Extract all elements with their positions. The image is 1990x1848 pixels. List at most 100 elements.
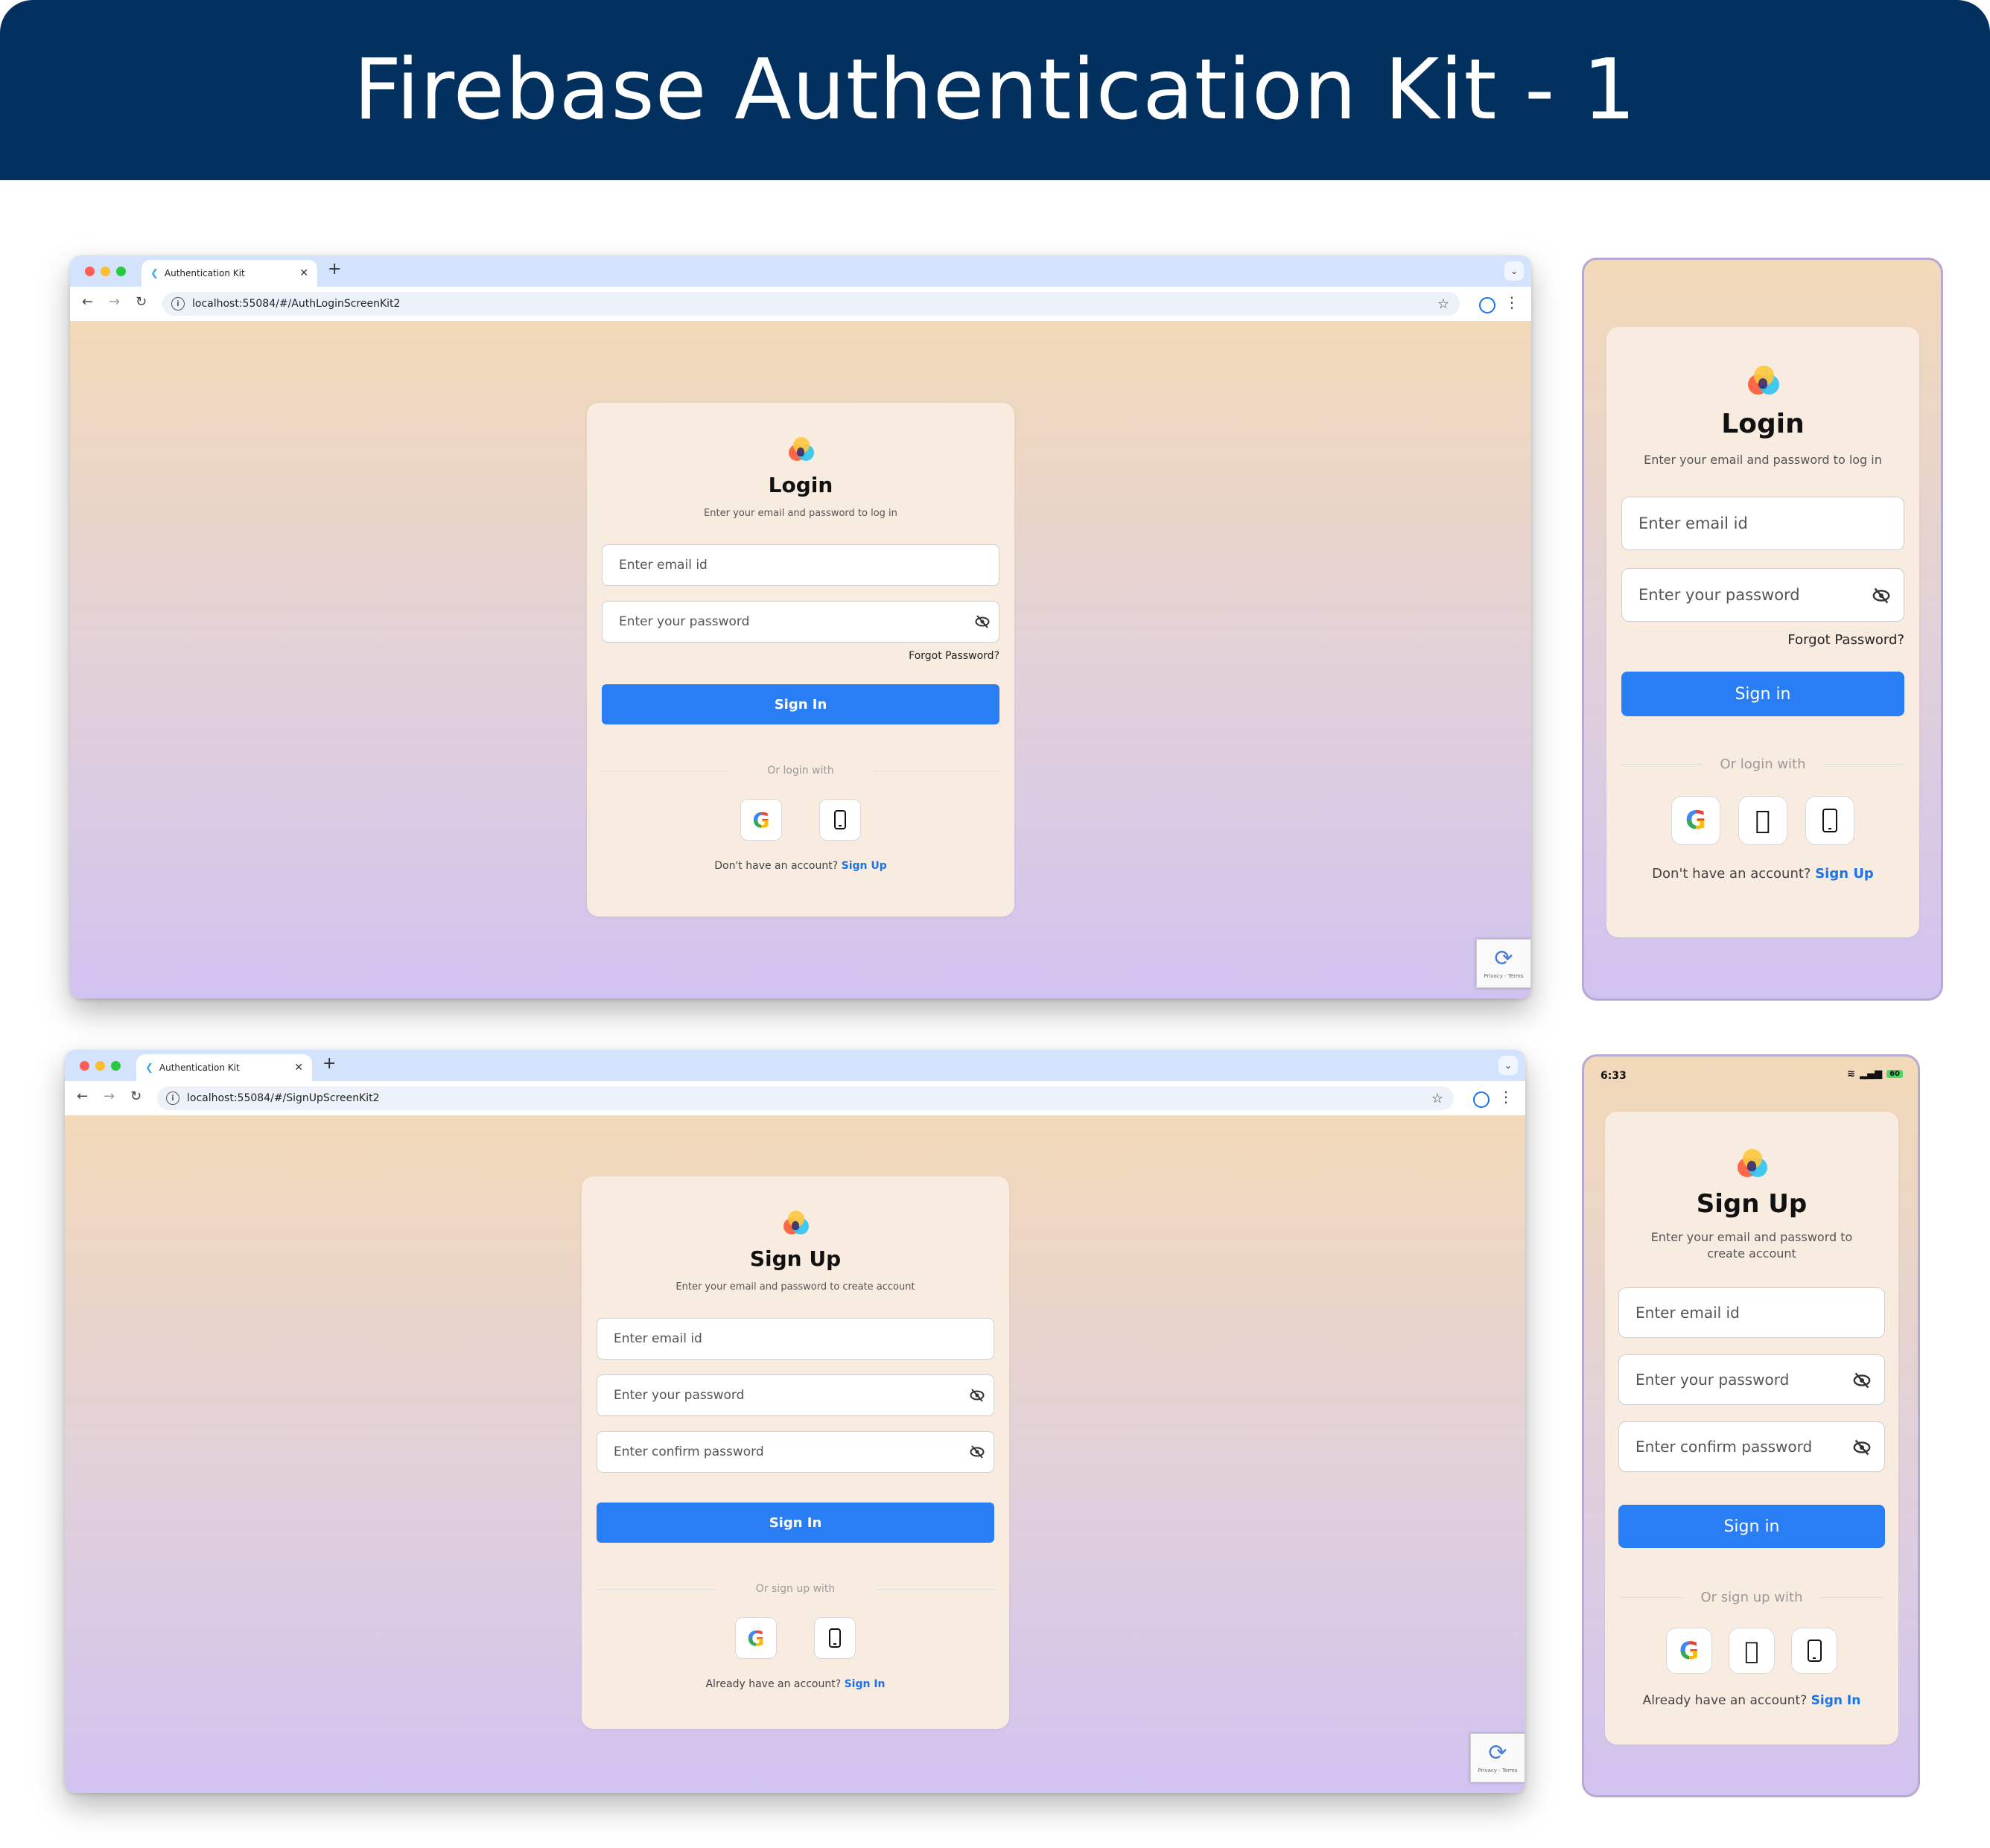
page-title: Login bbox=[1721, 409, 1805, 439]
recaptcha-icon: ⟳ bbox=[1488, 1740, 1507, 1766]
sign-in-link[interactable]: Sign In bbox=[845, 1678, 886, 1690]
sign-in-button[interactable]: Sign in bbox=[1621, 672, 1904, 716]
sign-up-link[interactable]: Sign Up bbox=[1815, 866, 1874, 882]
signin-prompt-text: Already have an account? bbox=[1642, 1693, 1808, 1708]
close-window-button[interactable] bbox=[85, 267, 95, 276]
browser-window-login: ❮ Authentication Kit ✕ + ⌄ ← → ↻ i local… bbox=[70, 255, 1531, 998]
apple-sign-in-button[interactable]:  bbox=[1738, 796, 1787, 845]
tab-search-button[interactable]: ⌄ bbox=[1498, 1056, 1518, 1075]
profile-icon[interactable] bbox=[1479, 297, 1495, 313]
new-tab-button[interactable]: + bbox=[328, 260, 341, 278]
social-buttons: G  bbox=[1621, 796, 1904, 845]
confirm-password-placeholder: Enter confirm password bbox=[614, 1444, 764, 1459]
divider-text: Or sign up with bbox=[755, 1583, 836, 1595]
eye-off-icon[interactable] bbox=[975, 615, 990, 628]
recaptcha-badge[interactable]: ⟳ Privacy - Terms bbox=[1470, 1733, 1525, 1782]
url-field[interactable]: i localhost:55084/#/AuthLoginScreenKit2 … bbox=[162, 292, 1460, 316]
google-sign-in-button[interactable]: G bbox=[735, 1617, 777, 1659]
app-logo-icon bbox=[1745, 366, 1781, 401]
sign-up-submit-button[interactable]: Sign In bbox=[597, 1503, 994, 1543]
forward-icon[interactable]: → bbox=[109, 294, 120, 310]
google-icon: G bbox=[1685, 806, 1706, 835]
forgot-password-link[interactable]: Forgot Password? bbox=[602, 650, 999, 662]
back-icon[interactable]: ← bbox=[77, 1089, 88, 1104]
signup-prompt: Don't have an account? Sign Up bbox=[1621, 866, 1904, 882]
forward-icon[interactable]: → bbox=[104, 1089, 115, 1104]
browser-tab[interactable]: ❮ Authentication Kit ✕ bbox=[136, 1054, 312, 1081]
profile-icon[interactable] bbox=[1473, 1092, 1490, 1108]
email-field[interactable]: Enter email id bbox=[1618, 1287, 1885, 1338]
battery-icon: 60 bbox=[1886, 1070, 1903, 1078]
eye-off-icon[interactable] bbox=[1853, 1439, 1871, 1456]
social-buttons: G  bbox=[1618, 1628, 1885, 1674]
email-field[interactable]: Enter email id bbox=[602, 544, 999, 586]
signup-prompt-text: Don't have an account? bbox=[1652, 866, 1811, 882]
recaptcha-icon: ⟳ bbox=[1494, 946, 1513, 972]
forgot-password-link[interactable]: Forgot Password? bbox=[1621, 632, 1904, 648]
phone-icon bbox=[1822, 809, 1837, 832]
bookmark-star-icon[interactable]: ☆ bbox=[1431, 1091, 1443, 1106]
divider-text: Or login with bbox=[1720, 756, 1806, 772]
signin-prompt: Already have an account? Sign In bbox=[1618, 1693, 1885, 1708]
reload-icon[interactable]: ↻ bbox=[130, 1089, 142, 1104]
password-field[interactable]: Enter your password bbox=[597, 1374, 994, 1416]
close-window-button[interactable] bbox=[80, 1061, 89, 1071]
header-banner: Firebase Authentication Kit - 1 bbox=[0, 0, 1990, 180]
signup-prompt-text: Don't have an account? bbox=[714, 860, 839, 872]
minimize-window-button[interactable] bbox=[95, 1061, 105, 1071]
password-field[interactable]: Enter your password bbox=[1621, 568, 1904, 622]
site-info-icon[interactable]: i bbox=[166, 1092, 179, 1105]
google-sign-in-button[interactable]: G bbox=[1666, 1628, 1712, 1674]
eye-off-icon[interactable] bbox=[1853, 1372, 1871, 1389]
minimize-window-button[interactable] bbox=[101, 267, 110, 276]
back-icon[interactable]: ← bbox=[82, 294, 93, 310]
password-field[interactable]: Enter your password bbox=[602, 601, 999, 643]
phone-sign-in-button[interactable] bbox=[819, 799, 861, 841]
confirm-password-placeholder: Enter confirm password bbox=[1635, 1438, 1813, 1456]
apple-sign-in-button[interactable]:  bbox=[1729, 1628, 1775, 1674]
page-subtitle: Enter your email and password to create … bbox=[675, 1281, 915, 1293]
email-field[interactable]: Enter email id bbox=[597, 1318, 994, 1360]
menu-kebab-icon[interactable]: ⋮ bbox=[1504, 293, 1519, 311]
phone-sign-in-button[interactable] bbox=[1805, 796, 1854, 845]
email-field[interactable]: Enter email id bbox=[1621, 497, 1904, 550]
sign-up-submit-button[interactable]: Sign in bbox=[1618, 1505, 1885, 1548]
eye-off-icon[interactable] bbox=[970, 1445, 985, 1459]
recaptcha-badge[interactable]: ⟳ Privacy - Terms bbox=[1476, 939, 1531, 988]
google-icon: G bbox=[747, 1625, 765, 1651]
password-field[interactable]: Enter your password bbox=[1618, 1354, 1885, 1405]
browser-window-signup: ❮ Authentication Kit ✕ + ⌄ ← → ↻ i local… bbox=[65, 1050, 1525, 1793]
confirm-password-field[interactable]: Enter confirm password bbox=[1618, 1421, 1885, 1472]
eye-off-icon[interactable] bbox=[1872, 587, 1890, 604]
sign-in-link[interactable]: Sign In bbox=[1811, 1693, 1861, 1708]
password-placeholder: Enter your password bbox=[1635, 1371, 1790, 1389]
google-sign-in-button[interactable]: G bbox=[1671, 796, 1720, 845]
reload-icon[interactable]: ↻ bbox=[136, 294, 147, 310]
divider-text: Or login with bbox=[767, 765, 834, 777]
eye-off-icon[interactable] bbox=[970, 1389, 985, 1402]
phone-sign-in-button[interactable] bbox=[814, 1617, 856, 1659]
google-sign-in-button[interactable]: G bbox=[740, 799, 782, 841]
confirm-password-field[interactable]: Enter confirm password bbox=[597, 1431, 994, 1473]
browser-tab[interactable]: ❮ Authentication Kit ✕ bbox=[142, 260, 317, 287]
new-tab-button[interactable]: + bbox=[322, 1054, 336, 1073]
tab-bar: ❮ Authentication Kit ✕ + ⌄ bbox=[65, 1050, 1525, 1081]
close-tab-icon[interactable]: ✕ bbox=[299, 267, 308, 279]
password-placeholder: Enter your password bbox=[619, 614, 750, 629]
tab-search-button[interactable]: ⌄ bbox=[1504, 261, 1524, 281]
social-divider: Or login with bbox=[1621, 756, 1904, 772]
page-title: Login bbox=[768, 473, 833, 497]
maximize-window-button[interactable] bbox=[111, 1061, 121, 1071]
maximize-window-button[interactable] bbox=[116, 267, 126, 276]
social-divider: Or sign up with bbox=[1618, 1590, 1885, 1605]
url-field[interactable]: i localhost:55084/#/SignUpScreenKit2 ☆ bbox=[157, 1086, 1454, 1110]
signup-card: Sign Up Enter your email and password to… bbox=[582, 1176, 1009, 1729]
sign-up-link[interactable]: Sign Up bbox=[842, 860, 887, 872]
bookmark-star-icon[interactable]: ☆ bbox=[1437, 296, 1449, 312]
sign-in-button[interactable]: Sign In bbox=[602, 684, 999, 724]
menu-kebab-icon[interactable]: ⋮ bbox=[1498, 1088, 1513, 1106]
google-icon: G bbox=[1679, 1637, 1700, 1665]
close-tab-icon[interactable]: ✕ bbox=[294, 1062, 303, 1074]
site-info-icon[interactable]: i bbox=[171, 297, 185, 310]
phone-sign-in-button[interactable] bbox=[1791, 1628, 1837, 1674]
